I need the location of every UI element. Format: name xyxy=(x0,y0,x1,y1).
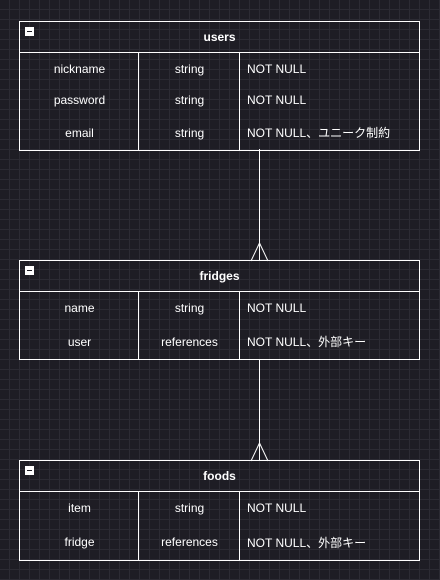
column-name: password xyxy=(53,93,106,107)
column-divider xyxy=(239,53,240,150)
column-name: email xyxy=(65,125,94,140)
column-divider xyxy=(138,53,139,150)
relationship-fridges-foods xyxy=(250,359,269,462)
column-name: item xyxy=(68,501,91,515)
table-row: user references NOT NULL、外部キー xyxy=(20,324,419,359)
column-name: nickname xyxy=(53,62,106,76)
column-name: fridge xyxy=(64,535,95,549)
entity-body: name string NOT NULL user references NOT… xyxy=(20,292,419,359)
column-name: name xyxy=(64,301,95,315)
column-divider xyxy=(138,292,139,359)
column-type: string xyxy=(174,501,205,515)
table-row: item string NOT NULL xyxy=(20,492,419,524)
column-constraint: NOT NULL、外部キー xyxy=(247,335,367,349)
column-divider xyxy=(239,492,240,560)
column-constraint: NOT NULL、外部キー xyxy=(247,535,367,550)
table-row: fridge references NOT NULL、外部キー xyxy=(20,524,419,560)
column-type: string xyxy=(174,301,205,315)
column-name: user xyxy=(67,334,92,349)
column-constraint: NOT NULL xyxy=(247,62,307,76)
entity-body: item string NOT NULL fridge references N… xyxy=(20,492,419,560)
column-type: string xyxy=(174,93,205,107)
relationship-users-fridges xyxy=(250,149,269,262)
entity-title: fridges xyxy=(199,269,240,283)
collapse-icon[interactable] xyxy=(25,27,34,36)
column-type: references xyxy=(161,334,218,349)
collapse-icon[interactable] xyxy=(25,266,34,275)
column-constraint: NOT NULL xyxy=(247,501,307,515)
column-type: string xyxy=(174,125,205,140)
entity-header: fridges xyxy=(20,261,419,292)
table-row: password string NOT NULL xyxy=(20,85,419,115)
column-type: references xyxy=(161,535,218,549)
collapse-icon[interactable] xyxy=(25,466,34,475)
column-divider xyxy=(239,292,240,359)
column-constraint: NOT NULL xyxy=(247,301,307,315)
entity-fridges[interactable]: fridges name string NOT NULL user refere… xyxy=(19,260,420,360)
entity-foods[interactable]: foods item string NOT NULL fridge refere… xyxy=(19,460,420,561)
entity-body: nickname string NOT NULL password string… xyxy=(20,53,419,150)
entity-title: users xyxy=(203,30,236,44)
table-row: name string NOT NULL xyxy=(20,292,419,324)
column-type: string xyxy=(174,62,205,76)
column-divider xyxy=(138,492,139,560)
entity-header: foods xyxy=(20,461,419,492)
table-row: nickname string NOT NULL xyxy=(20,53,419,85)
column-constraint: NOT NULL xyxy=(247,93,307,107)
entity-users[interactable]: users nickname string NOT NULL password … xyxy=(19,21,420,151)
table-row: email string NOT NULL、ユニーク制約 xyxy=(20,115,419,150)
entity-header: users xyxy=(20,22,419,53)
entity-title: foods xyxy=(203,469,236,483)
column-constraint: NOT NULL、ユニーク制約 xyxy=(247,126,391,140)
